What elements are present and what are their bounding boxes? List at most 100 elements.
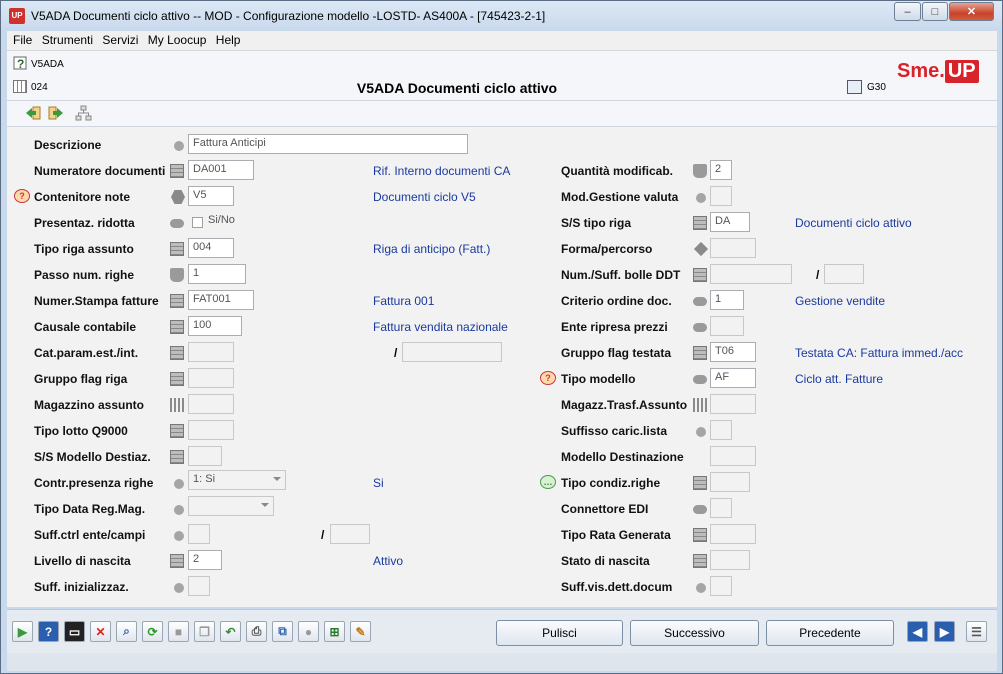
minimize-button[interactable]: –: [894, 2, 921, 21]
label-livello: Livello di nascita: [34, 554, 131, 568]
play-icon[interactable]: ▶: [12, 621, 33, 642]
causale-field[interactable]: 100: [188, 316, 242, 336]
back-arrow-icon[interactable]: [25, 105, 42, 122]
precedente-button[interactable]: Precedente: [766, 620, 894, 646]
menu-file[interactable]: File: [7, 31, 32, 47]
label-gruppo-flag-riga: Gruppo flag riga: [34, 372, 128, 386]
passo-field[interactable]: 1: [188, 264, 246, 284]
menu-servizi[interactable]: Servizi: [96, 31, 138, 47]
ss-modello-field[interactable]: [188, 446, 222, 466]
delete-icon[interactable]: ✕: [90, 621, 111, 642]
gruppo-flag-testata-desc: Testata CA: Fattura immed./acc: [795, 346, 964, 360]
menu-help[interactable]: Help: [210, 31, 241, 47]
tipo-condiz-field[interactable]: [710, 472, 750, 492]
magazzino-field[interactable]: [188, 394, 234, 414]
refresh-icon[interactable]: ⟳: [142, 621, 163, 642]
tipo-data-select[interactable]: [188, 496, 274, 516]
duplicate-icon[interactable]: ⧉: [272, 621, 293, 642]
gruppo-flag-riga-field[interactable]: [188, 368, 234, 388]
cat-param-field[interactable]: [188, 342, 234, 362]
label-num-suff: Num./Suff. bolle DDT: [561, 268, 681, 282]
suff-iniz-field[interactable]: [188, 576, 210, 596]
table-icon: [693, 476, 707, 490]
tipo-modello-field[interactable]: AF: [710, 368, 756, 388]
successivo-button[interactable]: Successivo: [630, 620, 759, 646]
numeratore-field[interactable]: DA001: [188, 160, 254, 180]
close-button[interactable]: ✕: [949, 2, 994, 21]
livello-field[interactable]: 2: [188, 550, 222, 570]
menu-strumenti[interactable]: Strumenti: [36, 31, 93, 47]
magazz-trasf-field[interactable]: [710, 394, 756, 414]
num-suff-field[interactable]: [710, 264, 792, 284]
status-bar: [7, 653, 997, 671]
page-header: ? V5ADA 024 V5ADA Documenti ciclo attivo…: [7, 51, 997, 101]
label-criterio: Criterio ordine doc.: [561, 294, 672, 308]
smeup-logo: Sme. UP: [897, 60, 987, 94]
menu-my-loocup[interactable]: My Loocup: [142, 31, 207, 47]
suffisso-caric-field[interactable]: [710, 420, 732, 440]
mod-gestione-field[interactable]: [710, 186, 732, 206]
note-bubble-icon[interactable]: ?: [14, 189, 30, 203]
copy-icon[interactable]: ❐: [194, 621, 215, 642]
num-suff-field-2[interactable]: [824, 264, 864, 284]
note-bubble-icon[interactable]: ?: [540, 371, 556, 385]
pulisci-button[interactable]: Pulisci: [496, 620, 623, 646]
cat-param-field-2[interactable]: [402, 342, 502, 362]
numer-stampa-desc: Fattura 001: [373, 294, 435, 308]
stato-nascita-field[interactable]: [710, 550, 750, 570]
ss-tipo-riga-field[interactable]: DA: [710, 212, 750, 232]
suff-ctrl-field[interactable]: [188, 524, 210, 544]
modello-dest-field[interactable]: [710, 446, 756, 466]
descrizione-field[interactable]: Fattura Anticipi: [188, 134, 468, 154]
console-icon[interactable]: ▭: [64, 621, 85, 642]
ente-ripresa-field[interactable]: [710, 316, 744, 336]
arrow-right-icon[interactable]: ▶: [934, 621, 955, 642]
tipo-rata-field[interactable]: [710, 524, 756, 544]
undo-icon[interactable]: ↶: [220, 621, 241, 642]
contr-presenza-select[interactable]: 1: Si: [188, 470, 286, 490]
table-icon: [170, 424, 184, 438]
tree-icon[interactable]: [75, 105, 92, 122]
label-modello-dest: Modello Destinazione: [561, 450, 684, 464]
forward-arrow-icon[interactable]: [47, 105, 64, 122]
export-icon[interactable]: ⊞: [324, 621, 345, 642]
label-quantita: Quantità modificab.: [561, 164, 674, 178]
contenitore-desc: Documenti ciclo V5: [373, 190, 476, 204]
list-icon[interactable]: ☰: [966, 621, 987, 642]
title-bar[interactable]: UP V5ADA Documenti ciclo attivo -- MOD -…: [1, 1, 1002, 31]
numer-stampa-field[interactable]: FAT001: [188, 290, 254, 310]
label-tipo-modello: Tipo modello: [561, 372, 636, 386]
presentaz-checkbox[interactable]: [192, 217, 203, 228]
print-icon[interactable]: ⎙: [246, 621, 267, 642]
label-magazz-trasf: Magazz.Trasf.Assunto: [561, 398, 688, 412]
tipo-lotto-field[interactable]: [188, 420, 234, 440]
app-icon: UP: [9, 8, 25, 24]
gruppo-flag-testata-field[interactable]: T06: [710, 342, 756, 362]
contenitore-field[interactable]: V5: [188, 186, 234, 206]
label-tipo-lotto: Tipo lotto Q9000: [34, 424, 128, 438]
table-icon: [693, 554, 707, 568]
magic-wand-icon[interactable]: ✎: [350, 621, 371, 642]
tipo-riga-field[interactable]: 004: [188, 238, 234, 258]
field-type-dot-icon: [696, 193, 706, 203]
save-icon[interactable]: ■: [168, 621, 189, 642]
search-icon[interactable]: ⌕: [116, 621, 137, 642]
table-icon: [693, 346, 707, 360]
arrow-left-icon[interactable]: ◀: [907, 621, 928, 642]
maximize-button[interactable]: □: [922, 2, 948, 21]
suff-vis-field[interactable]: [710, 576, 732, 596]
toolbar: [7, 101, 997, 127]
help-icon[interactable]: ?: [38, 621, 59, 642]
edit-form-icon[interactable]: [847, 80, 862, 94]
forma-field[interactable]: [710, 238, 756, 258]
warehouse-icon: [170, 398, 184, 412]
help-question-icon[interactable]: ?: [13, 56, 29, 72]
criterio-desc: Gestione vendite: [795, 294, 886, 308]
table-icon: [170, 320, 184, 334]
suff-ctrl-field-2[interactable]: [330, 524, 370, 544]
quantita-field[interactable]: 2: [710, 160, 732, 180]
stop-icon[interactable]: ●: [298, 621, 319, 642]
comment-bubble-icon[interactable]: …: [540, 475, 556, 489]
criterio-field[interactable]: 1: [710, 290, 744, 310]
connettore-field[interactable]: [710, 498, 732, 518]
